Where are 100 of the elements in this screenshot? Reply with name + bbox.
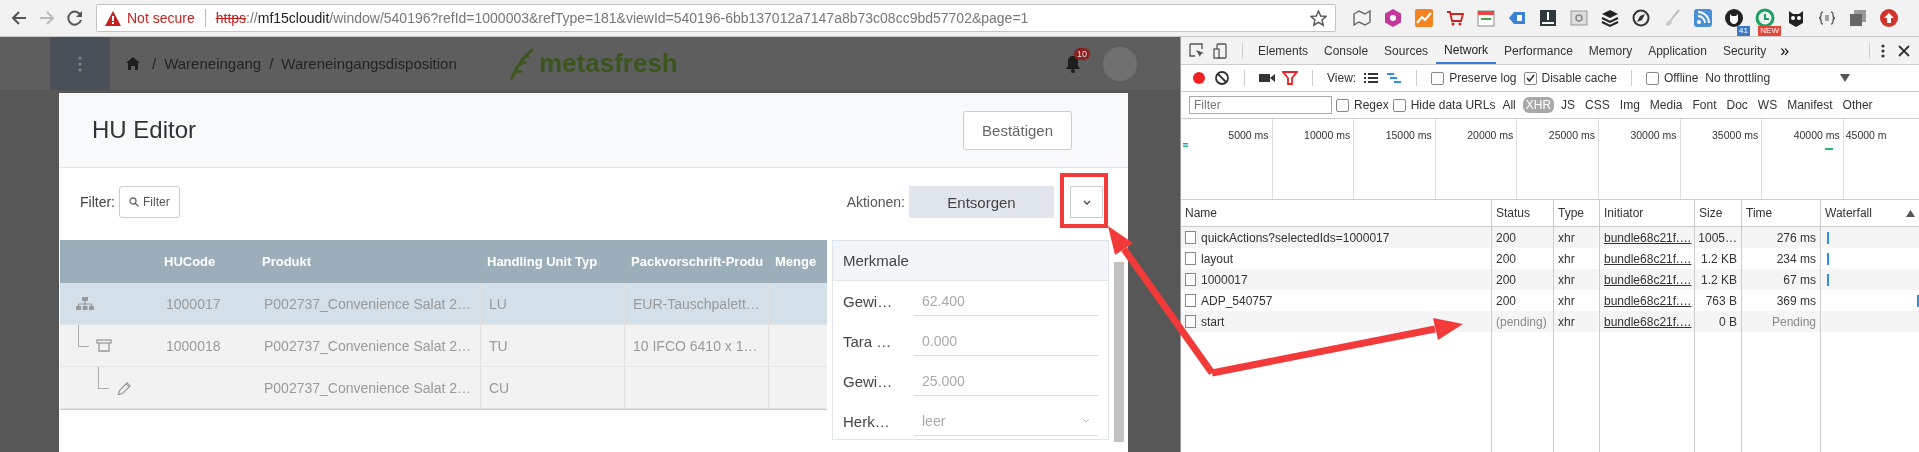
upload-icon[interactable] (1879, 8, 1899, 28)
tick-label: 35000 ms (1712, 129, 1759, 141)
clear-icon[interactable] (1214, 70, 1230, 86)
close-icon[interactable] (1897, 43, 1911, 58)
list-view-icon[interactable] (1363, 72, 1380, 84)
record-icon[interactable] (1191, 70, 1207, 86)
column-header[interactable]: Time (1746, 206, 1773, 220)
type-filter-button[interactable]: CSS (1582, 97, 1613, 113)
type-filter-button[interactable]: Other (1839, 97, 1876, 113)
request-row[interactable]: start (pending) xhr bundle68c21f.… 0 B Pending (1181, 311, 1919, 332)
status-text: 200 (1496, 251, 1517, 266)
initiator-link[interactable]: bundle68c21f.… (1604, 314, 1692, 329)
tab[interactable]: Console (1316, 37, 1377, 64)
column-header[interactable]: Status (1496, 206, 1531, 220)
device-icon[interactable] (1213, 42, 1227, 59)
squares-icon[interactable] (1848, 8, 1868, 28)
type-filter-button[interactable]: Font (1689, 97, 1720, 113)
owl-icon[interactable] (1786, 8, 1806, 28)
tab[interactable]: Network (1436, 37, 1497, 64)
tab[interactable]: Security (1714, 37, 1775, 64)
tree-line (98, 367, 109, 389)
braces-icon[interactable] (1817, 8, 1837, 28)
tab[interactable]: Elements (1250, 37, 1317, 64)
file-icon (1185, 294, 1196, 307)
status-text: 200 (1496, 230, 1517, 245)
table-cell: 1000018 (166, 337, 221, 354)
action-button[interactable]: Entsorgen (909, 186, 1054, 218)
home-icon[interactable] (126, 57, 140, 70)
checkbox[interactable] (1523, 71, 1537, 85)
type-filter-button[interactable]: WS (1754, 97, 1781, 113)
hexagon-icon[interactable] (1383, 8, 1403, 28)
initiator-link[interactable]: bundle68c21f.… (1604, 293, 1692, 308)
inspect-icon[interactable] (1189, 42, 1205, 59)
checkbox-label: Preserve log (1449, 71, 1517, 85)
scrollbar[interactable] (1114, 262, 1124, 442)
panel-title: Merkmale (843, 252, 909, 269)
checkbox[interactable] (1336, 98, 1349, 112)
initiator-link[interactable]: bundle68c21f.… (1604, 251, 1692, 266)
type-filter-button[interactable]: Img (1616, 97, 1643, 113)
box-icon[interactable] (1538, 8, 1558, 28)
field-label: Gewi… (842, 372, 894, 390)
initiator-link[interactable]: bundle68c21f.… (1604, 230, 1692, 245)
camera-icon[interactable] (1259, 72, 1275, 84)
layers-icon[interactable] (1600, 8, 1620, 28)
type-filter-button[interactable]: Media (1646, 97, 1686, 113)
table-cell: EUR-Tauschpalett… (633, 295, 760, 312)
request-name: 1000017 (1201, 272, 1248, 287)
filter-input[interactable]: Filter (1189, 96, 1332, 114)
type-filter-button[interactable]: Manifest (1784, 97, 1836, 113)
feed-icon[interactable] (1693, 8, 1713, 28)
throttling-dropdown[interactable]: No throttling (1705, 71, 1851, 85)
column-header[interactable]: Initiator (1604, 206, 1644, 220)
checkbox[interactable] (1431, 71, 1445, 85)
url-host: mf15cloudit (257, 10, 330, 26)
highlight-frame (1060, 173, 1108, 228)
filter-icon[interactable] (1282, 71, 1298, 85)
address-bar[interactable]: Not secure https://mf15cloudit/window/540196?refId=1000003&refType=181&viewId=540196-6bb137012a7147a8b73c08cc9bd57702&page=1 (96, 4, 1336, 32)
size-text: 0 B (1719, 314, 1737, 329)
checkbox-label: Disable cache (1541, 71, 1617, 85)
file-icon (1185, 231, 1196, 244)
checkbox[interactable] (1392, 98, 1406, 112)
column-header[interactable]: Name (1185, 206, 1217, 220)
column-header[interactable]: Size (1699, 206, 1723, 220)
table-cell: LU (489, 295, 507, 312)
column-header[interactable]: Type (1558, 206, 1584, 220)
chart-icon[interactable] (1414, 8, 1434, 28)
checkbox[interactable] (1645, 71, 1659, 85)
compass-icon[interactable] (1631, 8, 1651, 28)
star-icon[interactable] (1310, 9, 1327, 27)
column-header[interactable]: Waterfall (1825, 206, 1872, 220)
leaf-icon (507, 46, 535, 81)
back-icon[interactable] (10, 9, 28, 27)
tab[interactable]: Memory (1580, 37, 1641, 64)
more-tabs-button[interactable]: » (1774, 41, 1796, 60)
security-warning[interactable]: Not secure (127, 10, 195, 26)
confirm-button[interactable]: Bestätigen (963, 110, 1072, 150)
help-icon[interactable] (1569, 8, 1589, 28)
request-name: quickActions?selectedIds=1000017 (1201, 230, 1390, 245)
calendar-icon[interactable] (1476, 8, 1496, 28)
request-row[interactable]: 1000017 200 xhr bundle68c21f.… 1.2 KB 67 ms (1181, 269, 1919, 290)
map-icon[interactable] (1352, 8, 1372, 28)
reload-icon[interactable] (66, 9, 84, 27)
type-filter-button[interactable]: All (1499, 97, 1519, 113)
tab[interactable]: Performance (1496, 37, 1581, 64)
field-label: Gewi… (842, 292, 894, 310)
tab[interactable]: Sources (1376, 37, 1437, 64)
table-cell: P002737_Convenience Salat 2… (264, 295, 472, 312)
sort-icon[interactable] (1906, 209, 1915, 217)
waterfall-view-icon[interactable] (1386, 72, 1403, 84)
filter-button[interactable]: Filter (119, 186, 180, 218)
request-row[interactable]: quickActions?selectedIds=1000017 200 xhr bundle68c21f.… 1005… 276 ms (1181, 227, 1919, 248)
type-filter-button[interactable]: Doc (1723, 97, 1751, 113)
type-filter-button[interactable]: JS (1558, 97, 1579, 113)
filter-label: Filter: (80, 194, 115, 210)
checkbox-label: Offline (1663, 71, 1699, 85)
initiator-link[interactable]: bundle68c21f.… (1604, 272, 1692, 287)
cat-icon[interactable] (1724, 8, 1744, 28)
ring-icon[interactable] (1755, 8, 1775, 28)
tab[interactable]: Application (1640, 37, 1715, 64)
cart-icon[interactable] (1445, 8, 1465, 28)
